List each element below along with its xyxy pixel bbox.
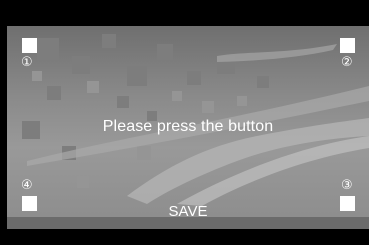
- instruction-text: Please press the button: [102, 118, 274, 135]
- calibration-screen: ① ② ③ ④ Please press the button SAVE: [7, 26, 369, 229]
- corner-label-2: ②: [341, 55, 353, 70]
- corner-label-4: ④: [21, 178, 33, 193]
- touch-target-2[interactable]: [340, 38, 355, 53]
- bottom-black-bar: [0, 229, 369, 245]
- touch-target-1[interactable]: [22, 38, 37, 53]
- corner-label-3: ③: [341, 178, 353, 193]
- save-button[interactable]: SAVE: [7, 203, 369, 220]
- top-black-bar: [0, 0, 369, 26]
- corner-label-1: ①: [21, 55, 33, 70]
